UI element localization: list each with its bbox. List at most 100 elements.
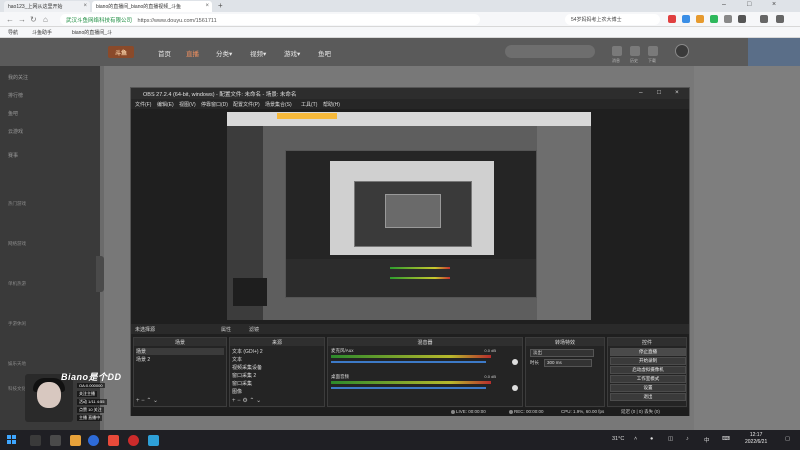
forward-icon[interactable]: → (18, 15, 26, 24)
clock[interactable]: 12:17 2022/6/21 (745, 432, 767, 446)
sidebar-collapse-handle[interactable] (96, 256, 104, 292)
nav-video[interactable]: 视频▾ (250, 48, 266, 58)
browser-tab-douyu[interactable]: biano的直播间_biano的直播视频_斗鱼 × (92, 1, 212, 12)
sidebar-item-yuba[interactable]: 鱼吧 (8, 110, 18, 117)
nav-live[interactable]: 直播 (186, 48, 199, 58)
sidebar-item-follow[interactable]: 我的关注 (8, 74, 28, 81)
message-icon[interactable] (612, 46, 622, 56)
notification-icon[interactable]: ▢ (785, 436, 790, 442)
sidebar-item-cloudgame[interactable]: 云游戏 (8, 128, 23, 135)
sidebar-category[interactable]: 科技文化 (8, 386, 26, 392)
minimize-icon[interactable]: – (722, 1, 726, 8)
obs-icon[interactable] (128, 435, 139, 446)
sidebar-item-events[interactable]: 赛事 (8, 152, 18, 159)
app-icon[interactable] (148, 435, 159, 446)
menu-help[interactable]: 帮助(H) (323, 101, 340, 108)
extension-icon[interactable] (668, 15, 676, 23)
speaker-icon[interactable] (512, 385, 518, 391)
filters-button[interactable]: 滤镜 (249, 326, 259, 333)
download-icon[interactable] (648, 46, 658, 56)
menu-view[interactable]: 视图(V) (179, 101, 196, 108)
virtual-camera-button[interactable]: 启动虚拟摄像机 (610, 366, 686, 374)
menu-tools[interactable]: 工具(T) (301, 101, 317, 108)
menu-profile[interactable]: 配置文件(P) (233, 101, 260, 108)
menu-file[interactable]: 文件(F) (135, 101, 151, 108)
close-icon[interactable]: × (83, 3, 87, 9)
close-icon[interactable]: × (772, 1, 776, 8)
nav-category[interactable]: 分类▾ (216, 48, 232, 58)
volume-slider[interactable] (331, 361, 486, 363)
back-icon[interactable]: ← (6, 15, 14, 24)
sidebar-category[interactable]: 单机热游 (8, 281, 26, 287)
nav-yuba[interactable]: 鱼吧 (318, 48, 331, 58)
properties-button[interactable]: 属性 (221, 326, 231, 333)
ime-icon[interactable]: 中 (704, 436, 710, 444)
scene-item[interactable]: 场景 2 (136, 356, 150, 363)
browser-icon[interactable] (88, 435, 99, 446)
sidebar-item-rank[interactable]: 排行榜 (8, 92, 23, 99)
add-icon[interactable]: + − ⌃ ⌄ (136, 397, 158, 404)
source-item[interactable]: 文本 (232, 356, 242, 363)
search-input[interactable]: 54岁妈妈考上农大博士 (565, 14, 660, 25)
extension-icon[interactable] (724, 15, 732, 23)
duration-input[interactable]: 300 ms (544, 359, 592, 367)
exit-button[interactable]: 退出 (610, 393, 686, 401)
task-view-icon[interactable] (50, 435, 61, 446)
source-item[interactable]: 窗口采集 (232, 380, 252, 387)
avatar[interactable] (675, 44, 689, 58)
source-item[interactable]: 视频采集设备 (232, 364, 262, 371)
browser-tab-hao123[interactable]: hao123_上网从这里开始 × (4, 1, 90, 12)
close-icon[interactable]: × (205, 3, 209, 9)
url-input[interactable]: 武汉斗鱼网络科技有限公司 https://www.douyu.com/15617… (60, 14, 480, 25)
studio-mode-button[interactable]: 工作室模式 (610, 375, 686, 383)
file-explorer-icon[interactable] (70, 435, 81, 446)
obs-preview[interactable] (227, 112, 591, 320)
menu-edit[interactable]: 编辑(E) (157, 101, 174, 108)
weather-text[interactable]: 31°C (612, 436, 624, 442)
extension-icon[interactable] (710, 15, 718, 23)
volume-slider[interactable] (331, 387, 486, 389)
source-item[interactable]: 窗口采集 2 (232, 372, 256, 379)
sidebar-category[interactable]: 娱乐天地 (8, 361, 26, 367)
transition-select[interactable]: 淡出 (530, 349, 594, 357)
menu-docks[interactable]: 停靠窗口(D) (201, 101, 228, 108)
menu-scene-collection[interactable]: 场景集合(S) (265, 101, 292, 108)
extension-icon[interactable] (696, 15, 704, 23)
history-icon[interactable] (630, 46, 640, 56)
sidebar-category[interactable]: 手游休闲 (8, 321, 26, 327)
network-icon[interactable]: ◫ (668, 436, 673, 442)
sidebar-category[interactable]: 网络游戏 (8, 241, 26, 247)
scene-item[interactable]: 场景 (136, 348, 224, 355)
home-icon[interactable]: ⌂ (43, 15, 48, 24)
minimize-icon[interactable]: – (639, 89, 643, 96)
search-icon[interactable] (30, 435, 41, 446)
site-search-input[interactable] (505, 45, 595, 58)
volume-icon[interactable]: ♪ (686, 436, 689, 442)
extension-icon[interactable] (682, 15, 690, 23)
maximize-icon[interactable]: □ (657, 89, 661, 96)
bookmark-item[interactable]: biano的直播间_斗 (72, 29, 112, 36)
stop-streaming-button[interactable]: 停止直播 (610, 348, 686, 356)
tray-app-icon[interactable]: ● (650, 436, 653, 442)
settings-button[interactable]: 设置 (610, 384, 686, 392)
speaker-icon[interactable] (512, 359, 518, 365)
menu-icon[interactable] (738, 15, 746, 23)
nav-game[interactable]: 游戏▾ (284, 48, 300, 58)
maximize-icon[interactable]: □ (747, 1, 751, 8)
reload-icon[interactable]: ↻ (30, 15, 37, 24)
new-tab-button[interactable]: + (218, 1, 223, 10)
windows-start-icon[interactable] (7, 435, 17, 445)
sidebar-category[interactable]: 热门游戏 (8, 201, 26, 207)
source-item[interactable]: 图像 (232, 388, 242, 395)
start-recording-button[interactable]: 开始录制 (610, 357, 686, 365)
settings-icon[interactable] (760, 15, 768, 23)
add-icon[interactable]: + − ⚙ ⌃ ⌄ (232, 397, 261, 404)
app-icon[interactable] (108, 435, 119, 446)
close-icon[interactable]: × (675, 89, 679, 96)
douyu-logo[interactable]: 斗鱼 (108, 46, 134, 58)
tray-expand-icon[interactable]: ˄ (634, 436, 637, 442)
source-item[interactable]: 文本 (GDI+) 2 (232, 348, 263, 355)
keyboard-icon[interactable]: ⌨ (722, 436, 730, 442)
bookmark-item[interactable]: 斗鱼助手 (32, 29, 52, 36)
nav-home[interactable]: 首页 (158, 48, 171, 58)
